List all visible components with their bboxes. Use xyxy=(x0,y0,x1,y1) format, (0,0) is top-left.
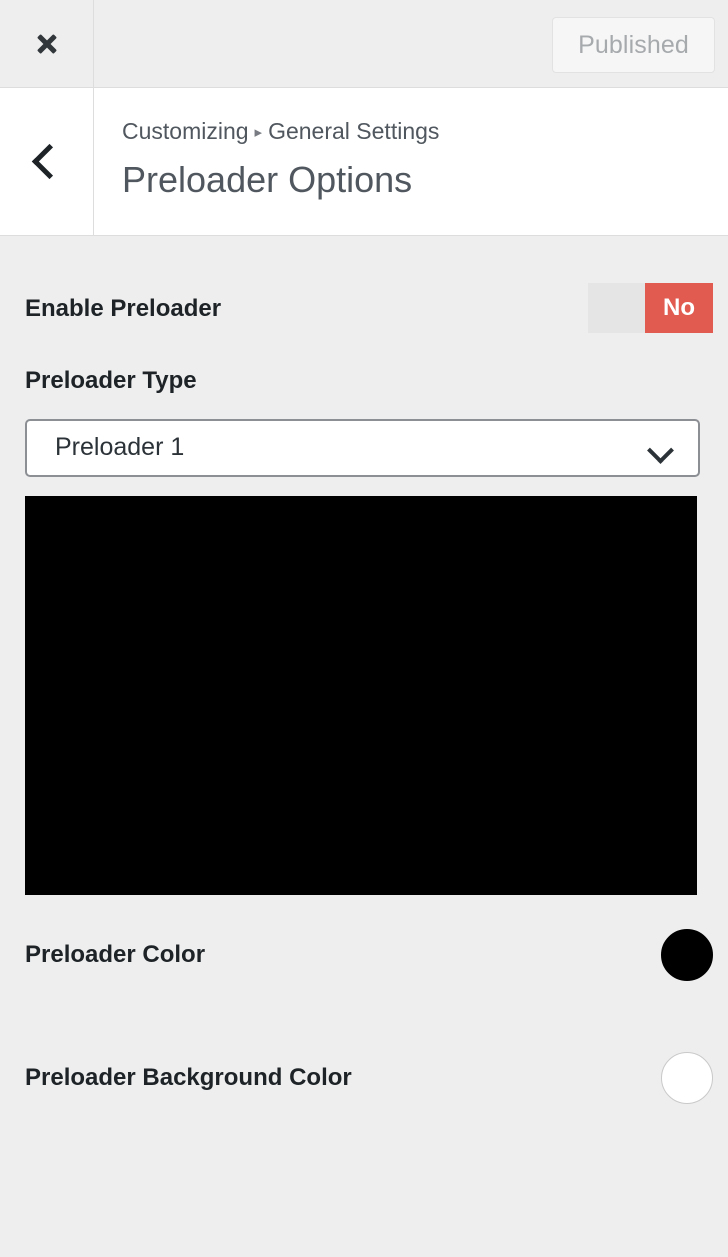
customizer-panel: Published Customizing ▸ General Settings P… xyxy=(0,0,728,1257)
enable-preloader-toggle[interactable]: No xyxy=(588,283,713,333)
preloader-color-label: Preloader Color xyxy=(25,940,206,968)
customizer-topbar: Published xyxy=(0,0,728,88)
breadcrumb-current[interactable]: General Settings xyxy=(268,118,439,144)
breadcrumb: Customizing ▸ General Settings xyxy=(122,118,714,146)
page-title: Preloader Options xyxy=(122,158,413,200)
enable-preloader-label: Enable Preloader xyxy=(25,294,222,322)
control-preloader-background-color: Preloader Background Color xyxy=(25,1043,713,1113)
chevron-left-icon xyxy=(31,143,68,180)
preloader-background-color-label: Preloader Background Color xyxy=(25,1063,352,1091)
preloader-preview xyxy=(25,496,697,895)
enable-preloader-toggle-state[interactable]: No xyxy=(645,283,713,333)
close-customizer-button[interactable] xyxy=(0,0,94,87)
section-header: Customizing ▸ General Settings Preloader O… xyxy=(0,88,728,236)
section-title-block: Customizing ▸ General Settings Preloader O… xyxy=(122,118,714,202)
preloader-color-swatch[interactable] xyxy=(661,929,713,981)
preloader-type-label: Preloader Type xyxy=(25,367,197,394)
preloader-background-color-swatch[interactable] xyxy=(661,1052,713,1104)
back-button[interactable] xyxy=(0,88,94,235)
preloader-type-select[interactable]: Preloader 1 xyxy=(25,418,700,477)
preloader-type-selected-value: Preloader 1 xyxy=(55,433,185,462)
preloader-type-select-wrap: Preloader 1 xyxy=(25,418,700,477)
publish-button[interactable]: Published xyxy=(552,17,715,73)
control-enable-preloader: Enable Preloader No xyxy=(25,283,713,335)
control-preloader-color: Preloader Color xyxy=(25,920,713,990)
publish-button-label: Published xyxy=(578,30,689,59)
controls-list: Enable Preloader No Preloader Type Prelo… xyxy=(0,237,728,1257)
breadcrumb-root[interactable]: Customizing xyxy=(122,118,249,144)
control-preloader-type: Preloader Type Preloader 1 xyxy=(25,367,713,477)
close-icon xyxy=(32,29,62,59)
breadcrumb-separator-icon: ▸ xyxy=(254,124,263,141)
